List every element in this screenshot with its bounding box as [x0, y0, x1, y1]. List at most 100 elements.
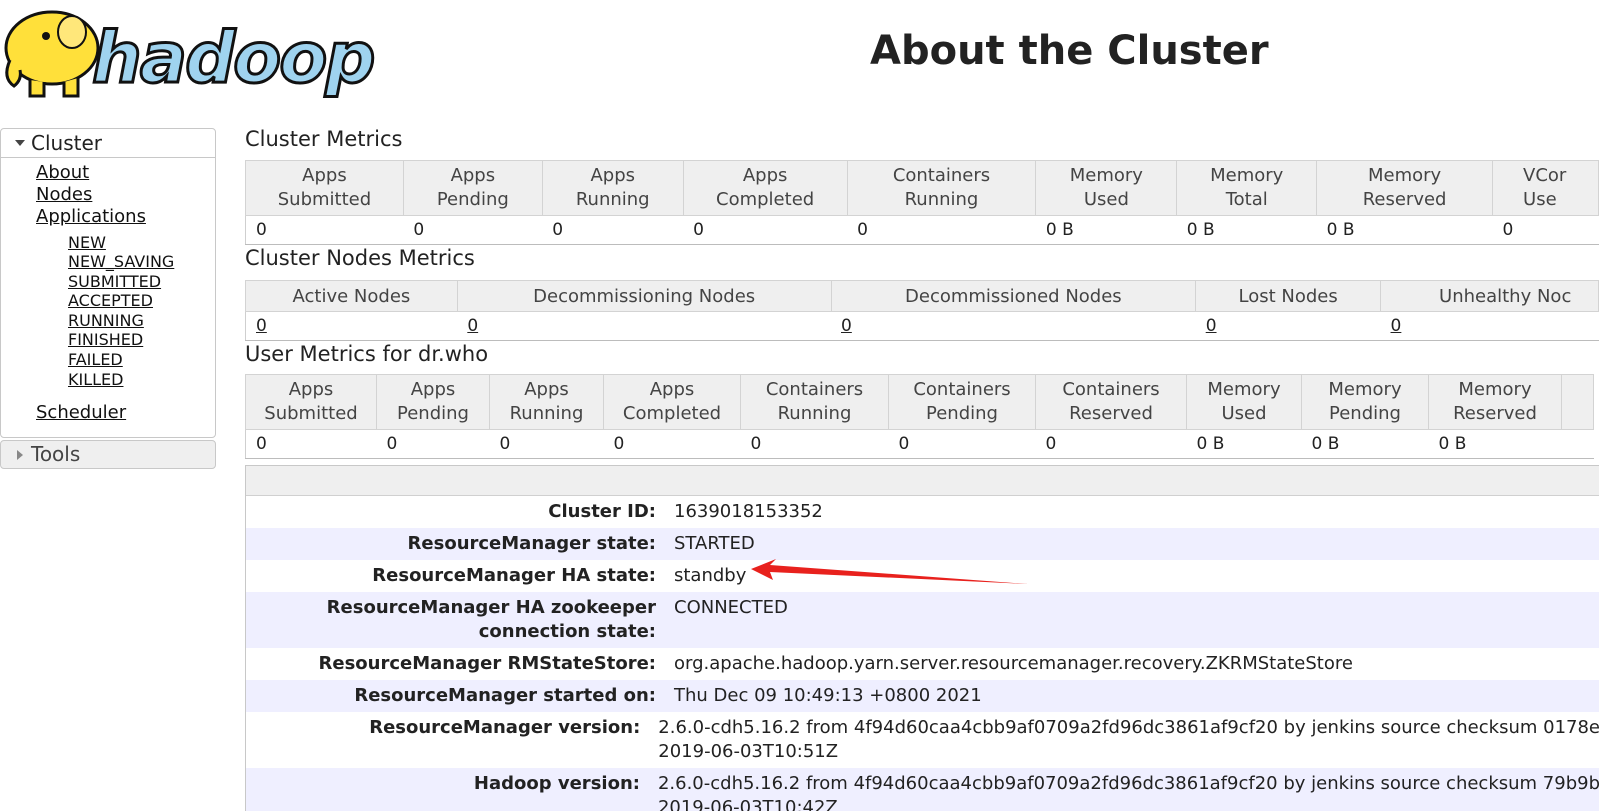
tools-nav-label: Tools — [31, 442, 81, 466]
table-cell: 0 — [245, 429, 377, 459]
table-cell: 0 B — [1316, 215, 1493, 245]
col-apps-completed[interactable]: Apps Completed — [603, 374, 741, 430]
col-apps-completed[interactable]: Apps Completed — [682, 160, 848, 216]
info-row: ResourceManager state: STARTED — [246, 528, 1599, 560]
col-apps-running[interactable]: Apps Running — [489, 374, 604, 430]
hadoop-logo: hadoop — [4, 10, 377, 101]
table-cell: 0 B — [1176, 215, 1317, 245]
nav-about-link[interactable]: About — [36, 162, 89, 183]
table-row: 0 0 0 0 0 0 B 0 B 0 B 0 — [245, 215, 1599, 245]
page-title: About the Cluster — [870, 28, 1269, 74]
info-label: ResourceManager HA zookeeper connection … — [326, 597, 656, 642]
info-label: ResourceManager state: — [407, 533, 656, 554]
info-value: Thu Dec 09 10:49:13 +0800 2021 — [674, 685, 982, 706]
lost-nodes-link[interactable]: 0 — [1195, 311, 1381, 341]
cluster-nav-header[interactable]: Cluster — [1, 129, 215, 158]
table-cell: 0 — [847, 215, 1036, 245]
col-memory-reserved[interactable]: Memory Reserved — [1428, 374, 1562, 430]
cluster-info-panel: Cluster ID: 1639018153352 ResourceManager … — [245, 465, 1599, 811]
info-value: 2.6.0-cdh5.16.2 from 4f94d60caa4cbb9af07… — [658, 717, 1599, 762]
nodes-metrics-table: Active Nodes Decommissioning Nodes Decom… — [245, 280, 1599, 341]
table-row: 0 0 0 0 0 0 0 0 B 0 B 0 B — [245, 429, 1594, 459]
col-apps-running[interactable]: Apps Running — [541, 160, 684, 216]
col-apps-submitted[interactable]: Apps Submitted — [245, 160, 404, 216]
decommissioning-nodes-link[interactable]: 0 — [457, 311, 831, 341]
info-row: ResourceManager version: 2.6.0-cdh5.16.2 … — [246, 712, 1599, 768]
info-label: ResourceManager HA state: — [372, 565, 656, 586]
col-containers-reserved[interactable]: Containers Reserved — [1035, 374, 1187, 430]
user-metrics-title: User Metrics for dr.who — [245, 342, 489, 366]
info-value: 1639018153352 — [674, 501, 823, 522]
info-label: ResourceManager version: — [369, 717, 641, 738]
table-cell: 0 B — [1428, 429, 1562, 459]
col-memory-total[interactable]: Memory Total — [1176, 160, 1318, 216]
nav-state-accepted[interactable]: ACCEPTED — [68, 291, 153, 310]
cluster-metrics-table: Apps Submitted Apps Pending Apps Running Ap… — [245, 160, 1599, 245]
nav-nodes-link[interactable]: Nodes — [36, 184, 92, 205]
info-row: Cluster ID: 1639018153352 — [246, 496, 1599, 528]
collapsed-arrow-icon — [17, 450, 23, 460]
nav-state-finished[interactable]: FINISHED — [68, 330, 143, 349]
col-decommissioned-nodes[interactable]: Decommissioned Nodes — [830, 280, 1197, 312]
table-cell: 0 — [489, 429, 604, 459]
table-cell: 0 — [245, 215, 404, 245]
elephant-icon — [4, 10, 100, 98]
info-label: Cluster ID: — [548, 501, 656, 522]
table-cell: 0 — [740, 429, 889, 459]
nav-state-new-saving[interactable]: NEW_SAVING — [68, 252, 174, 271]
nav-state-running[interactable]: RUNNING — [68, 311, 144, 330]
info-value: org.apache.hadoop.yarn.server.resourcema… — [674, 653, 1353, 674]
col-containers-pending[interactable]: Containers Pending — [888, 374, 1036, 430]
col-containers-running[interactable]: Containers Running — [740, 374, 889, 430]
nav-applications-link[interactable]: Applications — [36, 206, 146, 227]
col-memory-reserved[interactable]: Memory Reserved — [1316, 160, 1494, 216]
table-cell: 0 — [376, 429, 490, 459]
tools-nav-header[interactable]: Tools — [1, 441, 215, 468]
unhealthy-nodes-link[interactable]: 0 — [1380, 311, 1599, 341]
table-cell: 0 — [1035, 429, 1187, 459]
info-row: ResourceManager started on: Thu Dec 09 10… — [246, 680, 1599, 712]
table-cell: 0 B — [1035, 215, 1177, 245]
cluster-nav-panel: Cluster About Nodes Applications NEW NEW… — [0, 128, 216, 438]
info-row: ResourceManager HA zookeeper connection … — [246, 592, 1599, 648]
col-memory-pending[interactable]: Memory Pending — [1301, 374, 1429, 430]
col-memory-used[interactable]: Memory Used — [1035, 160, 1178, 216]
decommissioned-nodes-link[interactable]: 0 — [831, 311, 1196, 341]
col-apps-submitted[interactable]: Apps Submitted — [245, 374, 377, 430]
tools-nav-panel[interactable]: Tools — [0, 440, 216, 469]
info-value: CONNECTED — [674, 597, 788, 618]
active-nodes-link[interactable]: 0 — [245, 311, 458, 341]
col-apps-pending[interactable]: Apps Pending — [376, 374, 490, 430]
nav-state-killed[interactable]: KILLED — [68, 370, 123, 389]
cluster-info-list: Cluster ID: 1639018153352 ResourceManager … — [246, 496, 1599, 811]
user-metrics-table: Apps Submitted Apps Pending Apps Running Ap… — [245, 374, 1594, 459]
nav-state-failed[interactable]: FAILED — [68, 350, 123, 369]
logo-text: hadoop — [92, 17, 373, 99]
col-decommissioning-nodes[interactable]: Decommissioning Nodes — [456, 280, 832, 312]
table-cell: 0 — [403, 215, 543, 245]
info-value: STARTED — [674, 533, 755, 554]
nav-state-submitted[interactable]: SUBMITTED — [68, 272, 161, 291]
cluster-nav-label: Cluster — [31, 131, 102, 155]
table-cell: 0 — [542, 215, 684, 245]
nav-state-new[interactable]: NEW — [68, 233, 106, 252]
table-row: 0 0 0 0 0 — [245, 311, 1599, 341]
col-active-nodes[interactable]: Active Nodes — [245, 280, 458, 312]
info-value: 2.6.0-cdh5.16.2 from 4f94d60caa4cbb9af07… — [657, 773, 1599, 811]
col-memory-used[interactable]: Memory Used — [1186, 374, 1302, 430]
table-cell: 0 — [888, 429, 1036, 459]
col-overflow — [1561, 374, 1594, 430]
info-label: Hadoop version: — [473, 773, 640, 794]
info-row: ResourceManager RMStateStore: org.apache.… — [246, 648, 1599, 680]
col-unhealthy-nodes[interactable]: Unhealthy Noc — [1380, 280, 1599, 312]
nav-scheduler-link[interactable]: Scheduler — [36, 402, 126, 423]
col-vcores-used[interactable]: VCor Use — [1492, 160, 1599, 216]
col-containers-running[interactable]: Containers Running — [846, 160, 1037, 216]
table-cell: 0 B — [1186, 429, 1302, 459]
info-label: ResourceManager started on: — [354, 685, 656, 706]
col-apps-pending[interactable]: Apps Pending — [402, 160, 543, 216]
cluster-metrics-title: Cluster Metrics — [245, 127, 403, 151]
table-cell: 0 — [683, 215, 848, 245]
col-lost-nodes[interactable]: Lost Nodes — [1195, 280, 1382, 312]
table-cell: 0 B — [1301, 429, 1429, 459]
